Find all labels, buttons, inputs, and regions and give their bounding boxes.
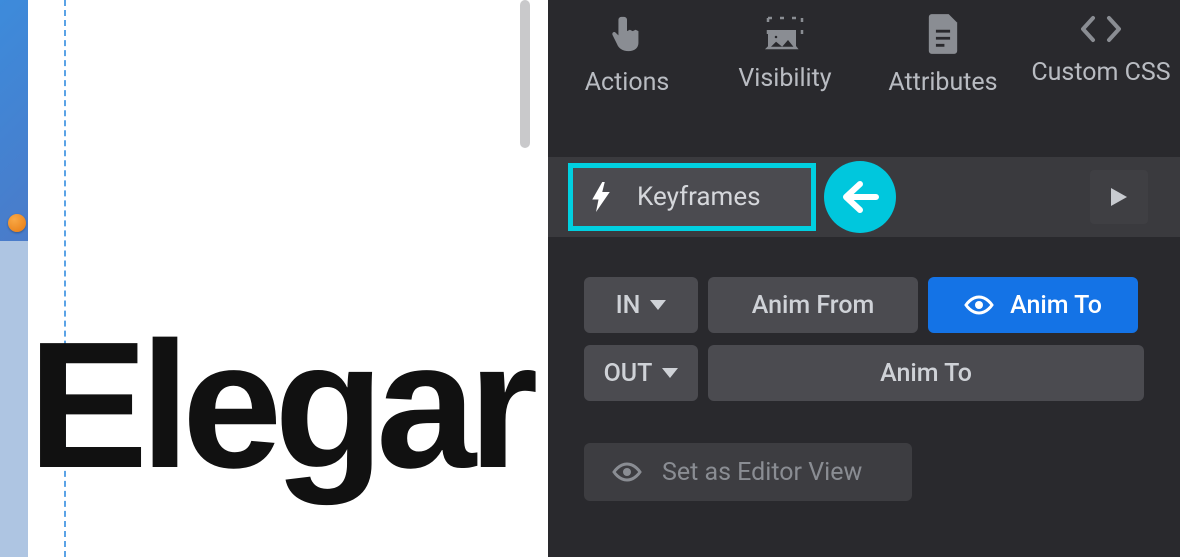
bolt-icon bbox=[591, 182, 611, 212]
arrow-left-icon bbox=[840, 180, 880, 214]
anim-to-in-button[interactable]: Anim To bbox=[928, 277, 1138, 333]
keyframes-label: Keyframes bbox=[637, 182, 761, 212]
eye-icon bbox=[964, 295, 994, 315]
canvas-scrollbar[interactable] bbox=[520, 0, 530, 148]
tap-icon bbox=[609, 14, 645, 54]
chevron-down-icon bbox=[662, 368, 678, 378]
document-icon bbox=[926, 14, 960, 54]
anim-from-button[interactable]: Anim From bbox=[708, 277, 918, 333]
tab-label: Actions bbox=[585, 68, 670, 97]
anim-from-label: Anim From bbox=[752, 291, 875, 320]
out-dropdown[interactable]: OUT bbox=[584, 345, 698, 401]
anim-to-out-button[interactable]: Anim To bbox=[708, 345, 1144, 401]
keyframes-button[interactable]: Keyframes bbox=[568, 163, 816, 231]
tab-attributes[interactable]: Attributes bbox=[868, 14, 1018, 97]
tab-custom-css[interactable]: Custom CSS bbox=[1026, 14, 1176, 87]
canvas-orange-dot bbox=[8, 214, 26, 232]
canvas-heading-text[interactable]: Elegar bbox=[28, 320, 530, 491]
play-button[interactable] bbox=[1090, 170, 1148, 224]
eye-icon bbox=[612, 462, 642, 482]
tab-actions[interactable]: Actions bbox=[552, 14, 702, 97]
canvas-area[interactable]: Elegar bbox=[0, 0, 548, 557]
inspector-panel: Actions Visibility Attributes bbox=[548, 0, 1180, 557]
back-arrow-button[interactable] bbox=[824, 161, 896, 233]
set-editor-view-button[interactable]: Set as Editor View bbox=[584, 443, 912, 501]
chevron-down-icon bbox=[650, 300, 666, 310]
play-icon bbox=[1111, 188, 1127, 206]
editor-view-label: Set as Editor View bbox=[662, 458, 862, 487]
out-label: OUT bbox=[604, 359, 653, 388]
code-icon bbox=[1079, 14, 1123, 44]
tab-label: Custom CSS bbox=[1031, 58, 1170, 87]
in-dropdown[interactable]: IN bbox=[584, 277, 698, 333]
anim-out-row: OUT Anim To bbox=[584, 345, 1144, 401]
editor-view-row: Set as Editor View bbox=[548, 443, 1180, 501]
tab-visibility[interactable]: Visibility bbox=[710, 14, 860, 93]
canvas-decorative-strip-bottom bbox=[0, 241, 28, 557]
canvas-decorative-strip-top bbox=[0, 0, 28, 241]
anim-in-row: IN Anim From Anim To bbox=[584, 277, 1144, 333]
tab-label: Attributes bbox=[888, 68, 997, 97]
animation-controls: IN Anim From Anim To OUT bbox=[548, 237, 1180, 401]
anim-to-label: Anim To bbox=[1010, 291, 1102, 320]
anim-to-out-label: Anim To bbox=[880, 359, 972, 388]
image-dashed-icon bbox=[764, 14, 806, 50]
tab-label: Visibility bbox=[738, 64, 831, 93]
inspector-tabs: Actions Visibility Attributes bbox=[548, 0, 1180, 157]
keyframes-header-row: Keyframes bbox=[548, 157, 1180, 237]
in-label: IN bbox=[616, 291, 641, 320]
